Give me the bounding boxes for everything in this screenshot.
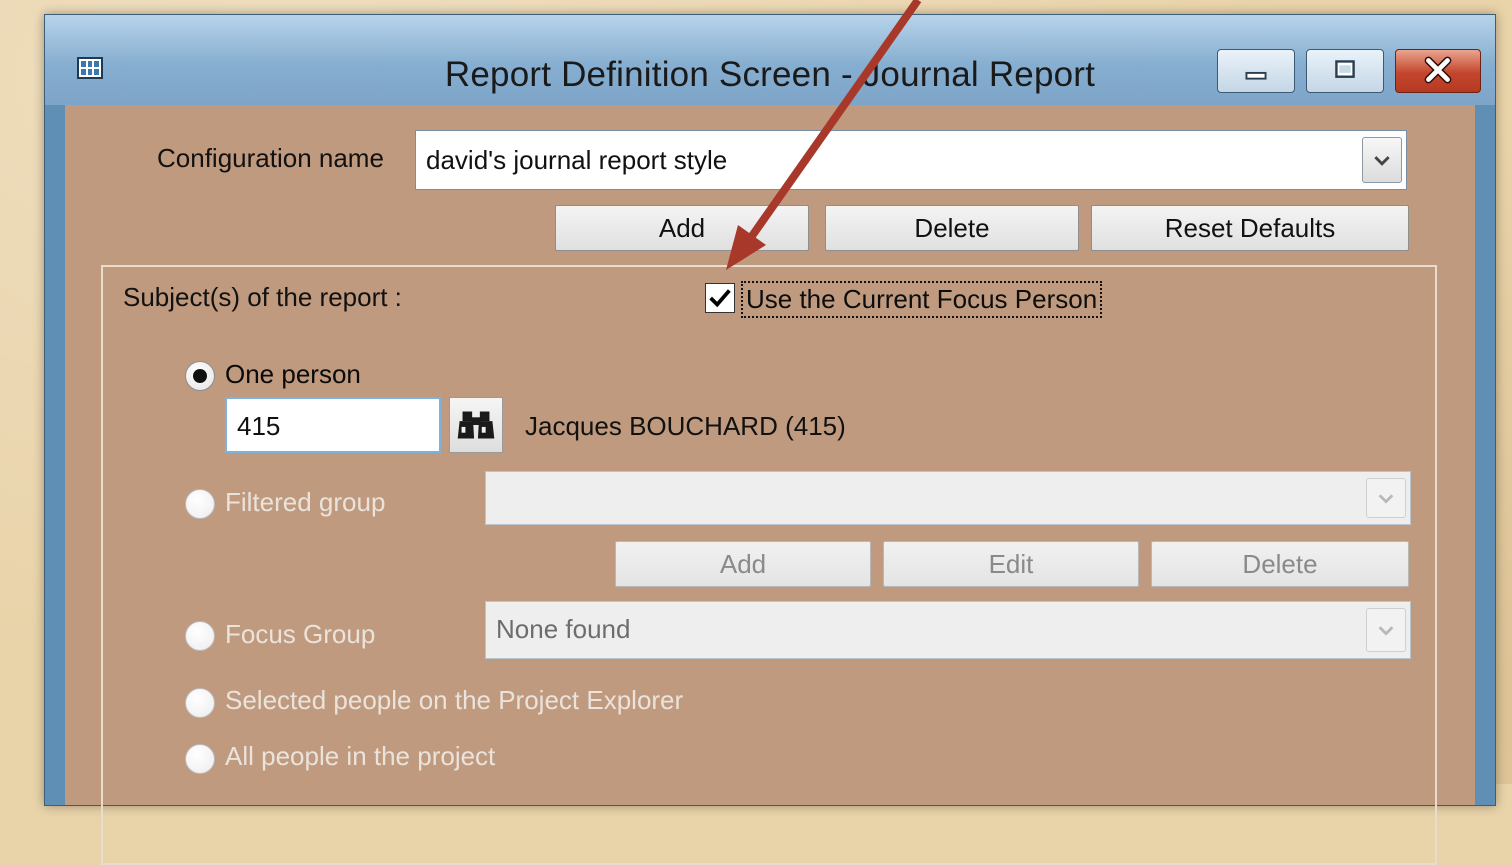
focus-group-combo[interactable]: None found	[485, 601, 1411, 659]
subjects-label: Subject(s) of the report :	[123, 282, 402, 312]
report-definition-window: Report Definition Screen - Journal Repor…	[44, 14, 1496, 865]
configuration-name-label: Configuration name	[157, 143, 384, 173]
filtered-group-combo[interactable]	[485, 471, 1411, 525]
focus-group-value: None found	[496, 614, 631, 644]
edit-filter-button[interactable]: Edit	[883, 541, 1139, 587]
configuration-name-combo[interactable]: david's journal report style	[415, 130, 1407, 190]
binoculars-icon	[457, 411, 495, 439]
search-person-button[interactable]	[449, 397, 503, 453]
chevron-down-icon	[1374, 156, 1390, 166]
all-people-label: All people in the project	[225, 741, 496, 771]
person-id-input[interactable]: 415	[225, 397, 441, 453]
add-filter-button[interactable]: Add	[615, 541, 871, 587]
selected-people-radio[interactable]	[185, 688, 215, 718]
filtered-group-radio[interactable]	[185, 489, 215, 519]
chevron-down-icon	[1378, 494, 1394, 504]
use-focus-person-checkbox[interactable]	[705, 283, 735, 313]
all-people-radio[interactable]	[185, 744, 215, 774]
focus-group-label: Focus Group	[225, 619, 376, 649]
use-focus-person-label[interactable]: Use the Current Focus Person	[741, 281, 1103, 318]
close-icon	[1424, 56, 1452, 84]
dropdown-button[interactable]	[1366, 478, 1406, 518]
dropdown-button[interactable]	[1366, 608, 1406, 652]
person-id-value: 415	[237, 411, 281, 441]
minimize-icon	[1245, 71, 1267, 80]
focus-group-radio[interactable]	[185, 621, 215, 651]
one-person-label[interactable]: One person	[225, 359, 361, 390]
chevron-down-icon	[1378, 626, 1394, 636]
add-configuration-button[interactable]: Add	[555, 205, 809, 251]
dropdown-button[interactable]	[1362, 137, 1402, 183]
checkmark-icon	[709, 289, 731, 308]
title-bar[interactable]: Report Definition Screen - Journal Repor…	[45, 15, 1495, 105]
dialog-body: Configuration name david's journal repor…	[65, 105, 1475, 865]
configuration-name-value: david's journal report style	[426, 145, 728, 175]
close-button[interactable]	[1395, 49, 1481, 93]
minimize-button[interactable]	[1217, 49, 1295, 93]
filtered-group-label: Filtered group	[225, 487, 386, 517]
reset-defaults-button[interactable]: Reset Defaults	[1091, 205, 1409, 251]
delete-filter-button[interactable]: Delete	[1151, 541, 1409, 587]
selected-person-name: Jacques BOUCHARD (415)	[525, 411, 846, 441]
restore-icon	[1335, 60, 1355, 78]
one-person-radio[interactable]	[185, 361, 215, 391]
selected-people-label: Selected people on the Project Explorer	[225, 685, 684, 715]
delete-configuration-button[interactable]: Delete	[825, 205, 1079, 251]
restore-button[interactable]	[1306, 49, 1384, 93]
